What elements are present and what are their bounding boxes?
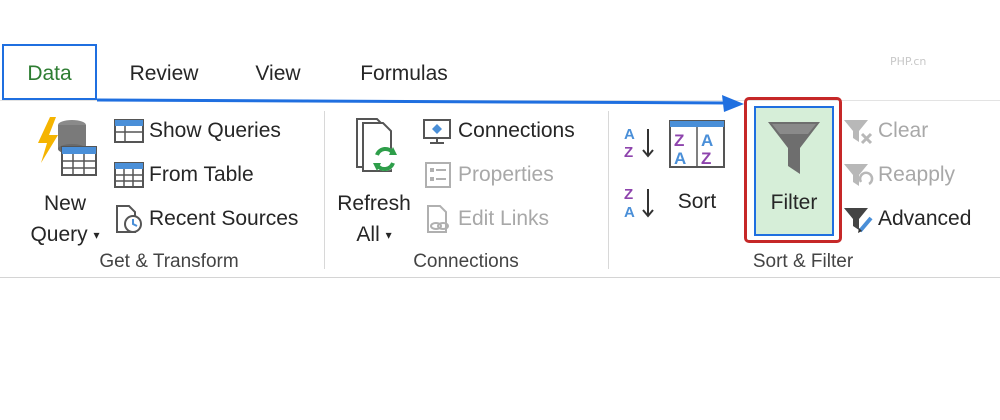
annotation-arrow: [96, 95, 744, 112]
